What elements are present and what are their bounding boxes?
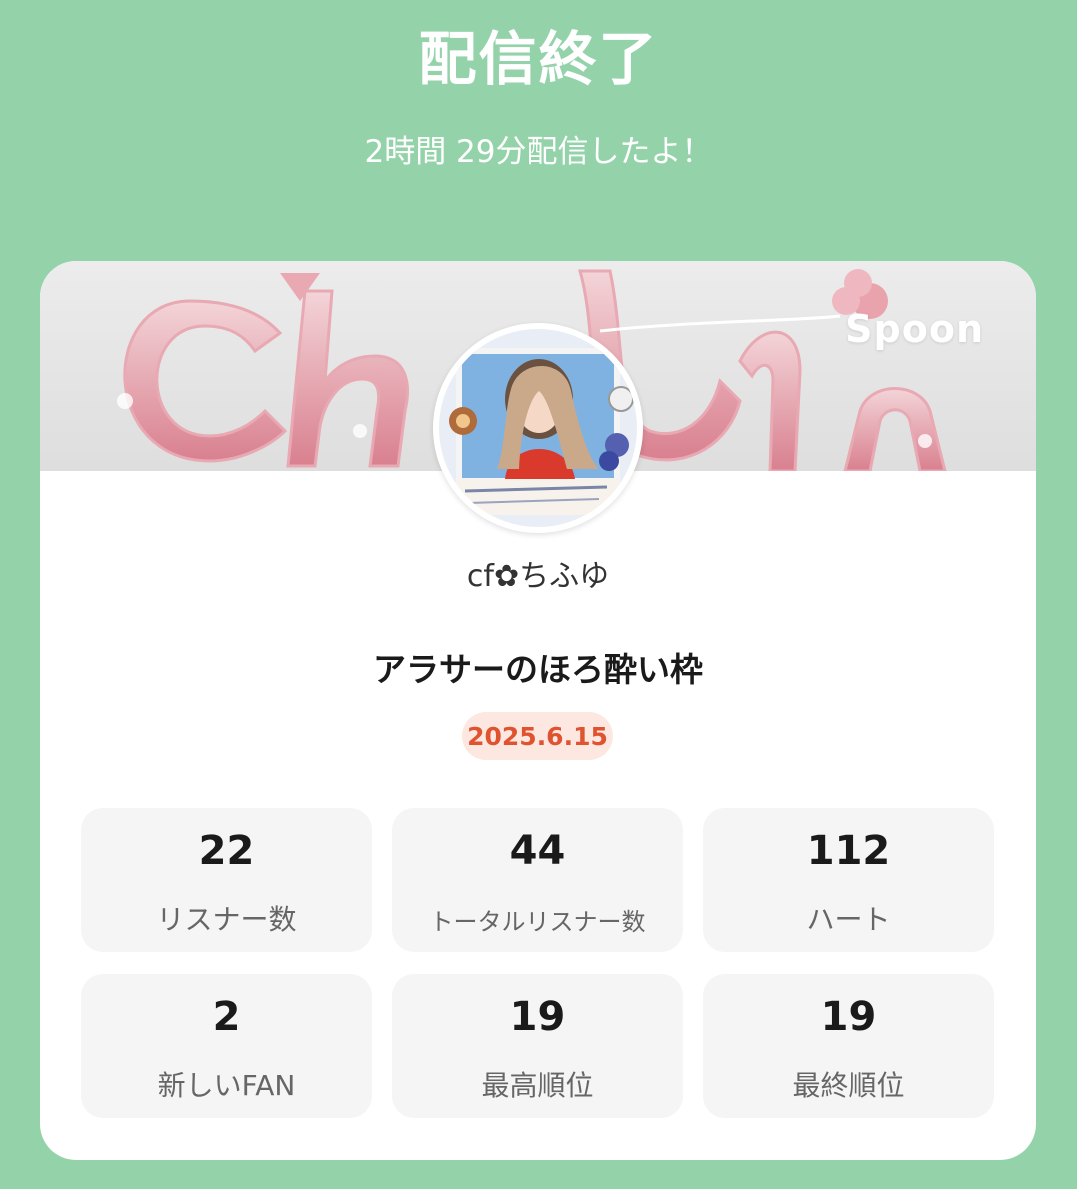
banner-letter-h xyxy=(286,289,409,468)
stat-label: トータルリスナー数 xyxy=(429,908,646,936)
stat-value: 19 xyxy=(509,994,566,1040)
stream-title: アラサーのほろ酔い枠 xyxy=(373,650,703,689)
stat-label: 新しいFAN xyxy=(157,1069,296,1102)
stat-hearts: 112 ハート xyxy=(703,808,994,952)
stat-value: 112 xyxy=(806,828,891,874)
stat-value: 44 xyxy=(509,828,566,874)
stat-highest-rank: 19 最高順位 xyxy=(392,974,683,1118)
banner-sparkle xyxy=(117,393,133,409)
stat-new-fans: 2 新しいFAN xyxy=(81,974,372,1118)
stat-label: リスナー数 xyxy=(156,903,297,936)
stat-label: 最高順位 xyxy=(481,1069,594,1102)
stat-label: 最終順位 xyxy=(792,1069,905,1102)
stat-total-listeners: 44 トータルリスナー数 xyxy=(392,808,683,952)
banner-flower-petal xyxy=(844,269,872,297)
banner-sparkle xyxy=(353,424,367,438)
stat-listeners: 22 リスナー数 xyxy=(81,808,372,952)
stream-summary-card: Spoon cf✿ちふゆ アラサーのほろ酔い枠 2025.6.15 22 リスナ… xyxy=(40,261,1036,1160)
stats-grid: 22 リスナー数 44 トータルリスナー数 112 ハート 2 新しいFAN 1… xyxy=(81,808,995,1118)
stat-final-rank: 19 最終順位 xyxy=(703,974,994,1118)
banner-letter-c xyxy=(123,299,288,463)
stat-value: 2 xyxy=(212,994,241,1040)
stat-value: 22 xyxy=(198,828,255,874)
banner-line xyxy=(599,314,841,333)
stream-duration-text: 2時間 29分配信したよ！ xyxy=(364,134,713,170)
avatar[interactable] xyxy=(433,323,643,533)
banner-letter-n xyxy=(843,387,947,471)
avatar-image xyxy=(439,329,637,527)
page-title: 配信終了 xyxy=(418,25,659,93)
date-badge: 2025.6.15 xyxy=(462,712,613,760)
spoon-logo: Spoon xyxy=(845,307,984,351)
banner-letter-y xyxy=(738,330,802,471)
banner-sparkle xyxy=(918,434,932,448)
stat-value: 19 xyxy=(820,994,877,1040)
stream-ended-screen: 配信終了 2時間 29分配信したよ！ Spoon cf✿ちふゆ アラサーのほろ酔… xyxy=(0,0,1077,1189)
stat-label: ハート xyxy=(806,903,891,936)
username: cf✿ちふゆ xyxy=(466,559,610,594)
